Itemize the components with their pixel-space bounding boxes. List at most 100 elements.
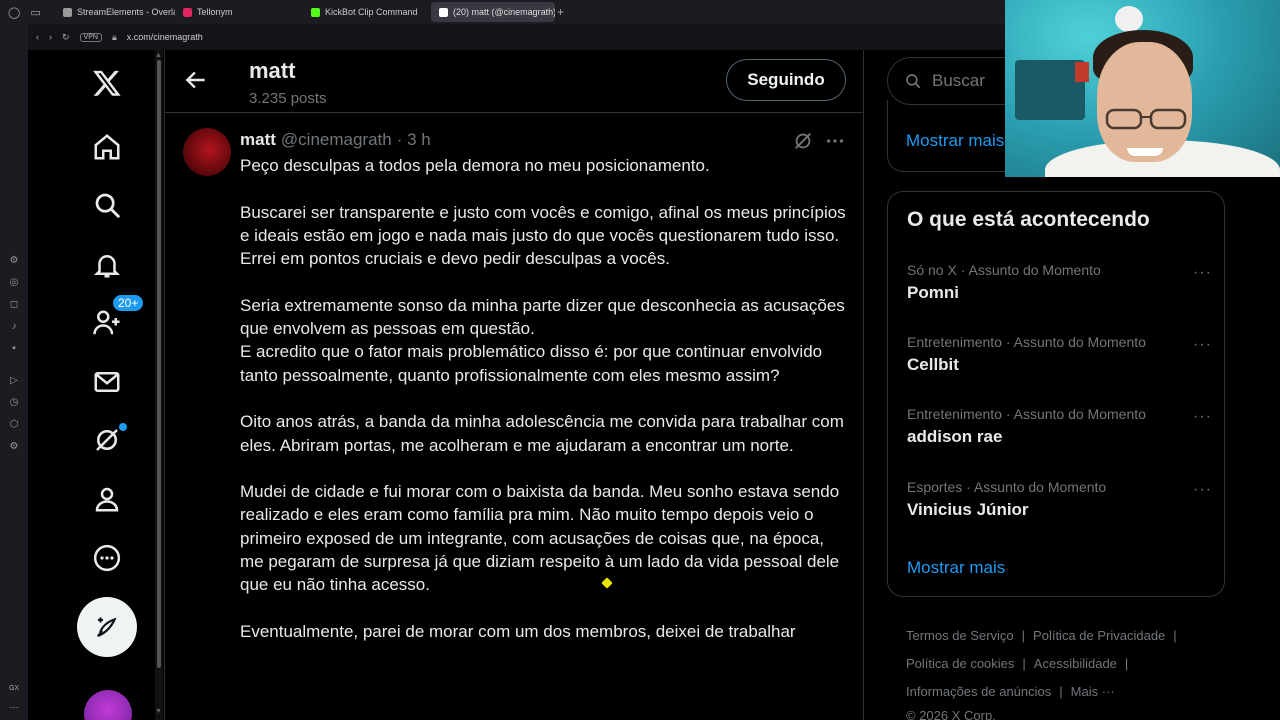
search-icon[interactable] — [88, 186, 126, 224]
trend-item[interactable]: Esportes · Assunto do Momento Vinicius J… — [907, 479, 1212, 520]
post-paragraph: E acredito que o fator mais problemático… — [240, 342, 823, 385]
grok-explain-icon[interactable] — [792, 130, 814, 152]
tab-x-active[interactable]: (20) matt (@cinemagrath) — [431, 2, 555, 22]
post-display-name[interactable]: matt — [240, 130, 276, 150]
post-paragraph: Peço desculpas a todos pela demora no me… — [240, 156, 710, 175]
trends-title: O que está acontecendo — [907, 208, 1150, 231]
show-more-top-link[interactable]: Mostrar mais — [906, 131, 1004, 151]
back-arrow-icon[interactable] — [183, 67, 209, 93]
grok-dot-badge — [119, 423, 127, 431]
post-text: Peço desculpas a todos pela demora no me… — [240, 154, 850, 667]
copyright: © 2026 X Corp. — [906, 708, 996, 720]
streamelements-favicon-icon — [63, 7, 72, 17]
scroll-down-icon[interactable]: ▼ — [155, 708, 162, 715]
url-field[interactable]: x.com/cinemagrath — [127, 32, 203, 42]
tab-label: (20) matt (@cinemagrath) — [453, 7, 555, 17]
footer-links: Termos de Serviço | Política de Privacidad… — [906, 622, 1226, 720]
app-icon[interactable]: ▪ — [12, 337, 16, 359]
tab-label: KickBot Clip Command — [325, 7, 418, 17]
show-more-trends-link[interactable]: Mostrar mais — [907, 558, 1005, 578]
header-post-count: 3.235 posts — [249, 90, 327, 107]
trend-context: Entretenimento · Assunto do Momento — [907, 406, 1146, 422]
accessibility-link[interactable]: Acessibilidade — [1034, 656, 1117, 671]
compose-post-button[interactable] — [77, 597, 137, 657]
history-icon[interactable]: ◷ — [10, 391, 19, 413]
tiktok-icon[interactable]: ♪ — [12, 315, 17, 337]
post-header: matt @cinemagrath · 3 h — [240, 130, 431, 150]
main-column: matt 3.235 posts Seguindo matt @cinemagr… — [164, 50, 864, 720]
forward-nav-icon[interactable]: › — [49, 32, 52, 42]
feather-icon — [97, 617, 117, 637]
tab-label: StreamElements - Overlay — [77, 7, 175, 17]
following-button[interactable]: Seguindo — [726, 59, 846, 101]
post-time[interactable]: · 3 h — [397, 130, 431, 150]
messages-icon[interactable] — [88, 363, 126, 401]
settings-icon[interactable]: ⚙ — [10, 435, 19, 457]
scroll-up-icon[interactable]: ▲ — [155, 52, 162, 59]
header-name: matt — [249, 58, 296, 83]
extensions-icon[interactable]: ⬡ — [10, 413, 19, 435]
trend-more-icon[interactable]: ··· — [1193, 264, 1212, 282]
scrollbar-thumb[interactable] — [157, 60, 161, 668]
x-logo-icon[interactable] — [88, 64, 126, 102]
trend-more-icon[interactable]: ··· — [1193, 408, 1212, 426]
more-circle-icon[interactable] — [88, 539, 126, 577]
opera-logo-icon[interactable]: ◯ — [8, 6, 20, 19]
kickbot-favicon-icon — [311, 7, 320, 17]
trend-context: Entretenimento · Assunto do Momento — [907, 334, 1146, 350]
post-paragraph: Eventualmente, parei de morar com um dos… — [240, 621, 796, 641]
post-paragraph: Seria extremamente sonso da minha parte … — [240, 295, 845, 339]
trend-name: Vinicius Júnior — [907, 500, 1029, 519]
privacy-link[interactable]: Política de Privacidade — [1033, 628, 1165, 643]
tab-tellonym[interactable]: Tellonym — [175, 2, 303, 22]
tab-streamelements[interactable]: StreamElements - Overlay — [55, 2, 175, 22]
post-paragraph: Buscarei ser transparente e justo com vo… — [240, 202, 846, 269]
trend-item[interactable]: Só no X · Assunto do Momento Pomni ··· — [907, 262, 1212, 303]
profile-icon[interactable] — [88, 480, 126, 518]
post-paragraph: Oito anos atrás, a banda da minha adoles… — [240, 412, 844, 455]
post-handle[interactable]: @cinemagrath — [281, 130, 392, 150]
gx-label[interactable]: GX — [9, 685, 19, 692]
tab-kickbot[interactable]: KickBot Clip Command — [303, 2, 431, 22]
new-tab-icon[interactable]: + — [557, 5, 564, 19]
more-link[interactable]: Mais ··· — [1071, 684, 1115, 699]
whatsapp-icon[interactable]: ◎ — [10, 271, 19, 293]
tab-overview-icon[interactable]: ▭ — [30, 6, 40, 19]
vpn-badge[interactable]: VPN — [79, 32, 102, 42]
search-placeholder: Buscar — [932, 71, 985, 90]
tellonym-favicon-icon — [183, 7, 192, 17]
tab-label: Tellonym — [197, 7, 233, 17]
rail-more-icon[interactable]: ··· — [10, 702, 19, 712]
trend-context: Esportes · Assunto do Momento — [907, 479, 1107, 495]
trends-card: O que está acontecendo Só no X · Assunto… — [887, 191, 1225, 597]
reload-icon[interactable]: ↻ — [62, 32, 70, 43]
webcam-overlay — [1005, 0, 1280, 177]
post-paragraph: Mudei de cidade e fui morar com o baixis… — [240, 482, 840, 595]
lock-icon: 🔒︎ — [111, 31, 117, 42]
instagram-icon[interactable]: ◻ — [10, 293, 18, 315]
post-author-avatar[interactable] — [183, 128, 231, 176]
player-icon[interactable]: ▷ — [10, 369, 18, 391]
trend-context: Só no X · Assunto do Momento — [907, 262, 1101, 278]
trend-name: addison rae — [907, 427, 1003, 446]
opera-sidebar: ⚙ ◎ ◻ ♪ ▪ ▷ ◷ ⬡ ⚙ GX ··· — [0, 24, 28, 720]
search-magnifier-icon — [906, 74, 921, 89]
sidebar-settings-icon[interactable]: ⚙ — [10, 249, 19, 271]
cookies-link[interactable]: Política de cookies — [906, 656, 1014, 671]
back-nav-icon[interactable]: ‹ — [36, 32, 39, 42]
trend-item[interactable]: Entretenimento · Assunto do Momento addi… — [907, 406, 1212, 447]
profile-header: matt 3.235 posts Seguindo — [165, 50, 863, 113]
follow-icon[interactable] — [88, 304, 126, 342]
post-more-icon[interactable] — [824, 130, 846, 152]
trend-name: Pomni — [907, 283, 959, 302]
home-icon[interactable] — [88, 128, 126, 166]
trend-more-icon[interactable]: ··· — [1193, 336, 1212, 354]
trend-item[interactable]: Entretenimento · Assunto do Momento Cell… — [907, 334, 1212, 375]
trend-name: Cellbit — [907, 355, 959, 374]
x-favicon-icon — [439, 7, 448, 17]
notifications-bell-icon[interactable] — [88, 246, 126, 284]
browser-left-icons: ◯ ▭ — [0, 6, 55, 19]
ads-info-link[interactable]: Informações de anúncios — [906, 684, 1051, 699]
trend-more-icon[interactable]: ··· — [1193, 481, 1212, 499]
terms-link[interactable]: Termos de Serviço — [906, 628, 1014, 643]
